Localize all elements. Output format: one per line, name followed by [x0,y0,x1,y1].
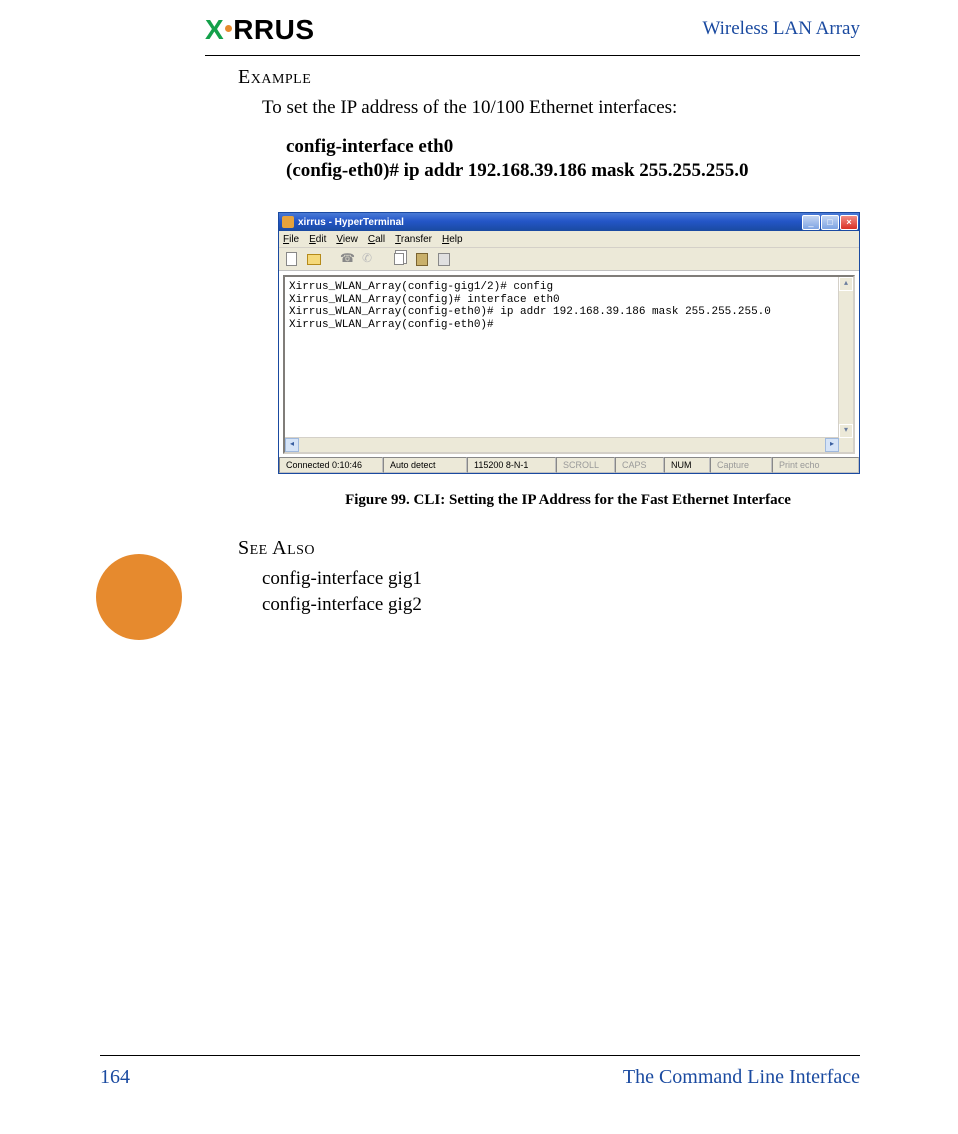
section-tab-circle-icon [96,554,182,640]
maximize-button[interactable]: □ [821,215,839,230]
menu-call[interactable]: Call [368,234,385,245]
status-detect: Auto detect [383,457,467,473]
see-also-heading: See Also [238,537,860,560]
menu-help[interactable]: Help [442,234,463,245]
status-num: NUM [664,457,710,473]
terminal-frame: Xirrus_WLAN_Array(config-gig1/2)# config… [283,275,855,454]
status-printecho: Print echo [772,457,859,473]
example-intro: To set the IP address of the 10/100 Ethe… [262,95,860,121]
menu-view[interactable]: View [336,234,358,245]
disconnect-icon[interactable] [359,250,377,268]
window-titlebar: xirrus - HyperTerminal _ □ × [279,213,859,231]
example-cmd-2: (config-eth0)# ip addr 192.168.39.186 ma… [286,159,860,184]
scroll-right-icon[interactable]: ▸ [825,438,839,452]
menu-edit[interactable]: Edit [309,234,326,245]
logo-letter-x: X [205,14,224,45]
status-scroll: SCROLL [556,457,615,473]
example-heading: Example [238,66,860,89]
menu-bar: File Edit View Call Transfer Help [279,231,859,248]
terminal-line-3: Xirrus_WLAN_Array(config-eth0)# ip addr … [289,306,771,318]
status-connected: Connected 0:10:46 [279,457,383,473]
status-baud: 115200 8-N-1 [467,457,556,473]
scroll-up-icon[interactable]: ▴ [839,277,853,291]
send-icon[interactable] [391,250,409,268]
menu-file[interactable]: File [283,234,299,245]
logo-rest: RRUS [233,14,314,45]
close-button[interactable]: × [840,215,858,230]
terminal-line-2: Xirrus_WLAN_Array(config)# interface eth… [289,294,560,306]
status-bar: Connected 0:10:46 Auto detect 115200 8-N… [279,456,859,473]
page-number: 164 [100,1066,130,1089]
footer-section-title: The Command Line Interface [623,1066,860,1089]
page-body: Example To set the IP address of the 10/… [238,66,860,617]
terminal-line-1: Xirrus_WLAN_Array(config-gig1/2)# config [289,281,553,293]
vertical-scrollbar[interactable]: ▴ ▾ [838,277,853,438]
page-footer: 164 The Command Line Interface [100,1055,860,1096]
page-header: XRRUS Wireless LAN Array [205,18,860,56]
horizontal-scrollbar[interactable]: ◂ ▸ [285,437,839,452]
toolbar [279,248,859,271]
scroll-left-icon[interactable]: ◂ [285,438,299,452]
window-controls: _ □ × [802,215,858,230]
window-title: xirrus - HyperTerminal [298,217,802,228]
terminal-line-4: Xirrus_WLAN_Array(config-eth0)# [289,319,494,331]
scroll-down-icon[interactable]: ▾ [839,424,853,438]
xirrus-logo: X RRUS [205,14,315,44]
see-also-list: config-interface gig1 config-interface g… [262,566,860,617]
example-cmd-1: config-interface eth0 [286,135,860,160]
scroll-corner [839,438,853,452]
properties-icon[interactable] [435,250,453,268]
example-commands: config-interface eth0 (config-eth0)# ip … [286,135,860,184]
minimize-button[interactable]: _ [802,215,820,230]
new-icon[interactable] [283,250,301,268]
see-also-item-2: config-interface gig2 [262,592,860,618]
call-icon[interactable] [337,250,355,268]
see-also-item-1: config-interface gig1 [262,566,860,592]
see-also-section: See Also config-interface gig1 config-in… [238,537,860,617]
hyperterminal-window: xirrus - HyperTerminal _ □ × File Edit V… [278,212,860,474]
hyperterminal-figure: xirrus - HyperTerminal _ □ × File Edit V… [278,212,858,474]
page: XRRUS Wireless LAN Array Example To set … [0,0,958,1134]
figure-caption: Figure 99. CLI: Setting the IP Address f… [258,492,878,509]
logo-dot-icon [225,25,232,32]
receive-icon[interactable] [413,250,431,268]
status-caps: CAPS [615,457,664,473]
open-icon[interactable] [305,250,323,268]
menu-transfer[interactable]: Transfer [395,234,432,245]
status-capture: Capture [710,457,772,473]
app-icon [282,216,294,228]
header-product-name: Wireless LAN Array [702,18,860,40]
terminal-output[interactable]: Xirrus_WLAN_Array(config-gig1/2)# config… [285,277,853,452]
